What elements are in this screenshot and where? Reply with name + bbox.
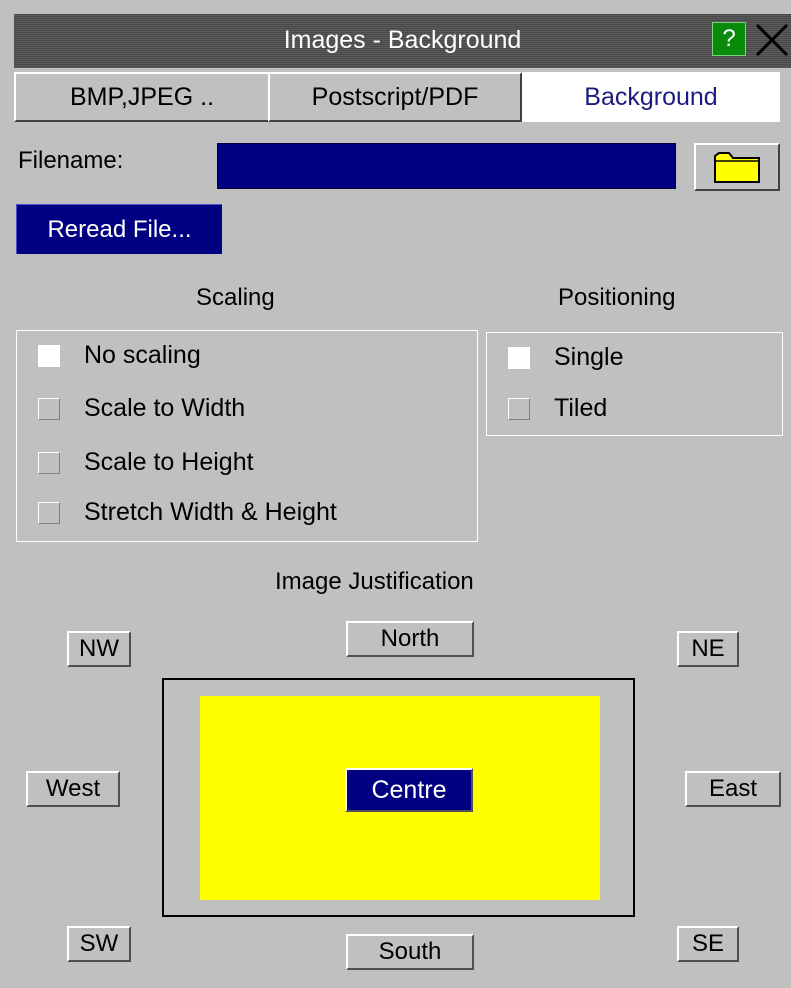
justify-centre-button[interactable]: Centre: [345, 768, 473, 812]
justification-heading: Image Justification: [275, 568, 474, 595]
option-label: No scaling: [84, 341, 201, 369]
close-icon: [755, 23, 789, 57]
browse-folder-button[interactable]: [694, 143, 780, 191]
positioning-heading: Positioning: [558, 284, 676, 311]
scaling-option-scale-to-width[interactable]: Scale to Width: [38, 394, 245, 423]
option-label: Stretch Width & Height: [84, 498, 337, 526]
justify-ne-button[interactable]: NE: [677, 631, 739, 667]
positioning-option-single[interactable]: Single: [508, 343, 624, 372]
option-label: Tiled: [554, 394, 608, 422]
justify-east-button[interactable]: East: [685, 771, 781, 807]
justify-north-button[interactable]: North: [346, 621, 474, 657]
justify-west-button[interactable]: West: [26, 771, 120, 807]
scaling-option-no-scaling[interactable]: No scaling: [38, 341, 201, 370]
close-button[interactable]: [752, 20, 791, 60]
option-label: Single: [554, 343, 624, 371]
tab-bmp-jpeg[interactable]: BMP,JPEG ..: [14, 72, 270, 122]
filename-label: Filename:: [18, 147, 124, 174]
checkbox[interactable]: [38, 501, 60, 524]
title-bar: Images - Background: [14, 14, 791, 68]
scaling-option-stretch[interactable]: Stretch Width & Height: [38, 498, 337, 527]
reread-file-button[interactable]: Reread File...: [16, 204, 222, 254]
scaling-option-scale-to-height[interactable]: Scale to Height: [38, 448, 254, 477]
window-title: Images - Background: [283, 26, 522, 54]
filename-field[interactable]: [217, 143, 676, 189]
option-label: Scale to Width: [84, 394, 246, 422]
folder-icon: [714, 152, 760, 183]
justify-south-button[interactable]: South: [346, 934, 474, 970]
checkbox[interactable]: [508, 346, 530, 369]
tab-postscript-pdf[interactable]: Postscript/PDF: [268, 72, 522, 122]
checkbox[interactable]: [508, 397, 530, 420]
option-label: Scale to Height: [84, 448, 254, 476]
justify-se-button[interactable]: SE: [677, 926, 739, 962]
checkbox[interactable]: [38, 451, 60, 474]
positioning-option-tiled[interactable]: Tiled: [508, 394, 607, 423]
justify-nw-button[interactable]: NW: [67, 631, 131, 667]
justify-sw-button[interactable]: SW: [67, 926, 131, 962]
checkbox[interactable]: [38, 397, 60, 420]
checkbox[interactable]: [38, 344, 60, 367]
tab-background[interactable]: Background: [522, 72, 780, 122]
help-button[interactable]: ?: [712, 22, 746, 56]
scaling-heading: Scaling: [196, 284, 275, 311]
